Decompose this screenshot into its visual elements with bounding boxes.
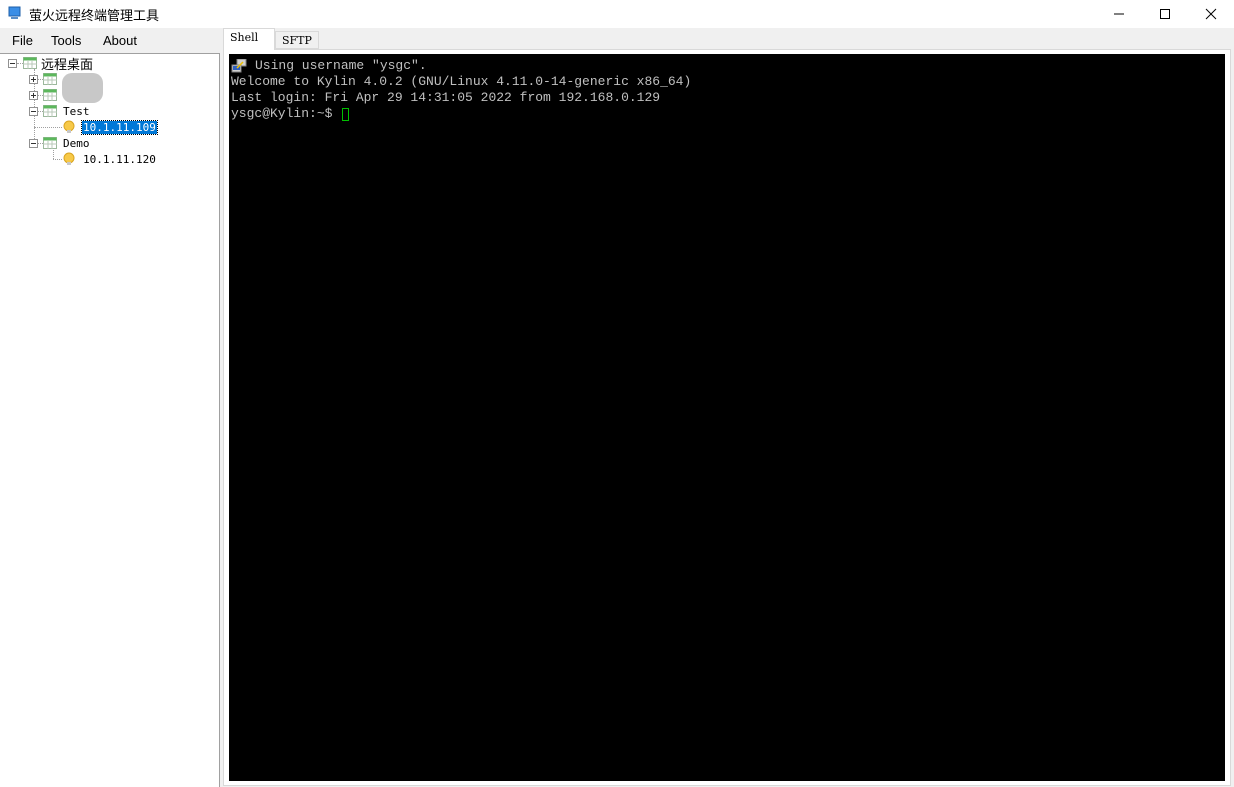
window-title: 萤火远程终端管理工具 <box>29 8 160 23</box>
maximize-button[interactable] <box>1142 0 1188 28</box>
terminal-cursor <box>342 107 350 121</box>
expand-icon[interactable] <box>29 74 38 84</box>
tree-node-group[interactable] <box>29 87 61 103</box>
lightbulb-icon <box>63 152 75 165</box>
tree-group-label: Test <box>63 104 90 118</box>
lightbulb-icon <box>63 120 75 133</box>
putty-icon <box>231 59 247 73</box>
terminal-prompt-line: ysgc@Kylin:~$ <box>231 106 1223 122</box>
tree-node-host[interactable]: 10.1.11.109 <box>34 119 158 135</box>
menu-tools[interactable]: Tools <box>51 33 81 48</box>
group-grid-icon <box>43 105 57 117</box>
tree-root-label: 远程桌面 <box>41 57 94 73</box>
redacted-region <box>62 73 103 103</box>
title-bar: 萤火远程终端管理工具 <box>0 0 1234 28</box>
tree-node-root[interactable]: 远程桌面 <box>8 55 94 73</box>
tree-host-label: 10.1.11.109 <box>81 119 158 135</box>
tab-shell[interactable]: Shell <box>223 28 275 50</box>
collapse-icon[interactable] <box>29 138 38 148</box>
close-icon <box>1205 8 1217 20</box>
app-monitor-icon <box>8 6 21 19</box>
tree-group-label: Demo <box>63 136 90 150</box>
group-grid-icon <box>43 89 57 101</box>
menu-file[interactable]: File <box>12 33 33 48</box>
tree-node-group-test[interactable]: Test <box>29 103 90 119</box>
tree-node-host[interactable]: 10.1.11.120 <box>53 151 156 167</box>
terminal-text: Using username "ysgc". <box>255 58 427 73</box>
expand-icon[interactable] <box>29 90 38 100</box>
menu-about[interactable]: About <box>103 33 137 48</box>
terminal-prompt: ysgc@Kylin:~$ <box>231 106 341 121</box>
tree-node-group[interactable] <box>29 71 61 87</box>
tree-node-group-demo[interactable]: Demo <box>29 135 90 151</box>
terminal-line: Last login: Fri Apr 29 14:31:05 2022 fro… <box>231 90 1223 106</box>
group-grid-icon <box>23 57 37 69</box>
terminal-text: Last login: Fri Apr 29 14:31:05 2022 fro… <box>231 90 661 105</box>
close-button[interactable] <box>1188 0 1234 28</box>
maximize-icon <box>1160 9 1170 19</box>
group-grid-icon <box>43 137 57 149</box>
terminal[interactable]: Using username "ysgc". Welcome to Kylin … <box>229 54 1225 781</box>
collapse-icon[interactable] <box>29 106 38 116</box>
minimize-button[interactable] <box>1096 0 1142 28</box>
minimize-icon <box>1114 13 1124 15</box>
group-grid-icon <box>43 73 57 85</box>
tree-host-label: 10.1.11.120 <box>83 152 156 166</box>
menu-bar: File Tools About <box>0 28 222 52</box>
terminal-line: Welcome to Kylin 4.0.2 (GNU/Linux 4.11.0… <box>231 74 1223 90</box>
terminal-line: Using username "ysgc". <box>231 58 1223 74</box>
tab-sftp[interactable]: SFTP <box>275 31 319 49</box>
terminal-text: Welcome to Kylin 4.0.2 (GNU/Linux 4.11.0… <box>231 74 692 89</box>
collapse-icon[interactable] <box>8 58 17 68</box>
